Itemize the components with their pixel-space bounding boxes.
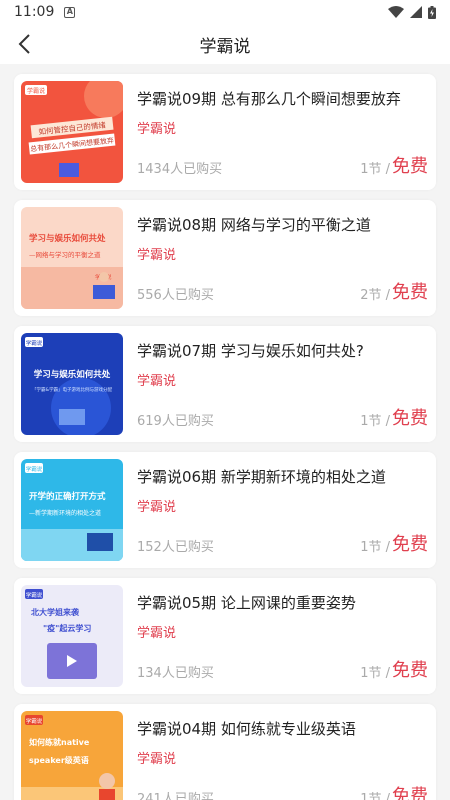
thumb-line-2: speaker级英语 xyxy=(29,755,89,765)
buyer-count: 556人已购买 xyxy=(137,288,214,303)
course-price: 免费 xyxy=(392,534,428,555)
course-thumbnail: 学霸说 学习与娱乐如何共处 「学霸&学霸」电子游戏比例与游戏分配 xyxy=(21,333,123,435)
lesson-count: 1节 / xyxy=(360,540,390,555)
course-card[interactable]: 学霸说 学习与娱乐如何共处 「学霸&学霸」电子游戏比例与游戏分配 学霸说07期 … xyxy=(14,326,436,442)
course-thumbnail: 学习与娱乐如何共处 —网络与学习的平衡之道 学霸说 xyxy=(21,207,123,309)
course-thumbnail: 学霸说 如何管控自己的情绪 总有那么几个瞬间想要放弃 xyxy=(21,81,123,183)
course-card[interactable]: 学霸说 开学的正确打开方式 —新学期新环境的相处之道 学霸说06期 新学期新环境… xyxy=(14,452,436,568)
course-thumbnail: 学霸说 北大学姐来袭 "疫"起云学习 xyxy=(21,585,123,687)
course-price: 免费 xyxy=(392,660,428,681)
thumb-logo: 学霸说 xyxy=(26,717,43,725)
thumb-logo: 学霸说 xyxy=(27,87,45,95)
course-title: 学霸说07期 学习与娱乐如何共处? xyxy=(137,342,364,360)
course-author: 学霸说 xyxy=(137,374,177,389)
lesson-count: 1节 / xyxy=(360,666,390,681)
page-title: 学霸说 xyxy=(199,36,251,57)
thumb-line-2: —新学期新环境的相处之道 xyxy=(29,509,101,517)
buyer-count: 241人已购买 xyxy=(137,792,214,800)
thumb-logo: 学霸说 xyxy=(26,339,43,347)
course-author: 学霸说 xyxy=(137,500,177,515)
battery-icon xyxy=(428,5,436,19)
chevron-left-icon xyxy=(18,34,30,54)
course-card[interactable]: 学霸说 如何管控自己的情绪 总有那么几个瞬间想要放弃 学霸说09期 总有那么几个… xyxy=(14,74,436,190)
course-list: 学霸说 如何管控自己的情绪 总有那么几个瞬间想要放弃 学霸说09期 总有那么几个… xyxy=(0,64,450,800)
course-thumbnail: 学霸说 如何练就native speaker级英语 xyxy=(21,711,123,800)
thumb-line-1: 学习与娱乐如何共处 xyxy=(29,233,106,244)
thumb-line-1: 北大学姐来袭 xyxy=(31,607,80,617)
thumb-line-2: 「学霸&学霸」电子游戏比例与游戏分配 xyxy=(32,386,113,393)
thumb-line-1: 学习与娱乐如何共处 xyxy=(34,369,111,380)
thumb-line-1: 如何练就native xyxy=(29,737,90,747)
course-author: 学霸说 xyxy=(137,752,177,767)
course-title: 学霸说04期 如何练就专业级英语 xyxy=(137,720,356,738)
buyer-count: 152人已购买 xyxy=(137,540,214,555)
course-card[interactable]: 学习与娱乐如何共处 —网络与学习的平衡之道 学霸说 学霸说08期 网络与学习的平… xyxy=(14,200,436,316)
course-price: 免费 xyxy=(392,282,428,303)
lesson-count: 1节 / xyxy=(360,792,390,800)
notification-icon: A xyxy=(64,6,76,18)
course-card[interactable]: 学霸说 北大学姐来袭 "疫"起云学习 学霸说05期 论上网课的重要姿势 学霸说 … xyxy=(14,578,436,694)
lesson-count: 1节 / xyxy=(360,414,390,429)
status-bar: 11:09 A xyxy=(0,0,450,24)
lesson-count: 2节 / xyxy=(360,288,390,303)
course-price: 免费 xyxy=(392,156,428,177)
back-button[interactable] xyxy=(8,28,40,60)
course-author: 学霸说 xyxy=(137,122,177,137)
course-thumbnail: 学霸说 开学的正确打开方式 —新学期新环境的相处之道 xyxy=(21,459,123,561)
thumb-logo: 学霸说 xyxy=(26,591,43,599)
thumb-line-2: —网络与学习的平衡之道 xyxy=(29,250,101,259)
signal-icon xyxy=(410,6,422,18)
nav-bar: 学霸说 xyxy=(0,24,450,64)
thumb-line-2: "疫"起云学习 xyxy=(43,623,91,633)
course-author: 学霸说 xyxy=(137,626,177,641)
course-title: 学霸说09期 总有那么几个瞬间想要放弃 xyxy=(137,90,401,108)
course-title: 学霸说05期 论上网课的重要姿势 xyxy=(137,594,356,612)
lesson-count: 1节 / xyxy=(360,162,390,177)
status-time: 11:09 xyxy=(14,4,55,20)
course-title: 学霸说06期 新学期新环境的相处之道 xyxy=(137,468,386,486)
buyer-count: 1434人已购买 xyxy=(137,162,223,177)
buyer-count: 619人已购买 xyxy=(137,414,214,429)
course-price: 免费 xyxy=(392,408,428,429)
course-card[interactable]: 学霸说 如何练就native speaker级英语 学霸说04期 如何练就专业级… xyxy=(14,704,436,800)
course-price: 免费 xyxy=(392,786,428,800)
course-author: 学霸说 xyxy=(137,248,177,263)
thumb-logo: 学霸说 xyxy=(26,465,43,473)
course-title: 学霸说08期 网络与学习的平衡之道 xyxy=(137,216,371,234)
buyer-count: 134人已购买 xyxy=(137,666,214,681)
thumb-line-1: 开学的正确打开方式 xyxy=(29,491,106,502)
wifi-icon xyxy=(388,6,404,18)
